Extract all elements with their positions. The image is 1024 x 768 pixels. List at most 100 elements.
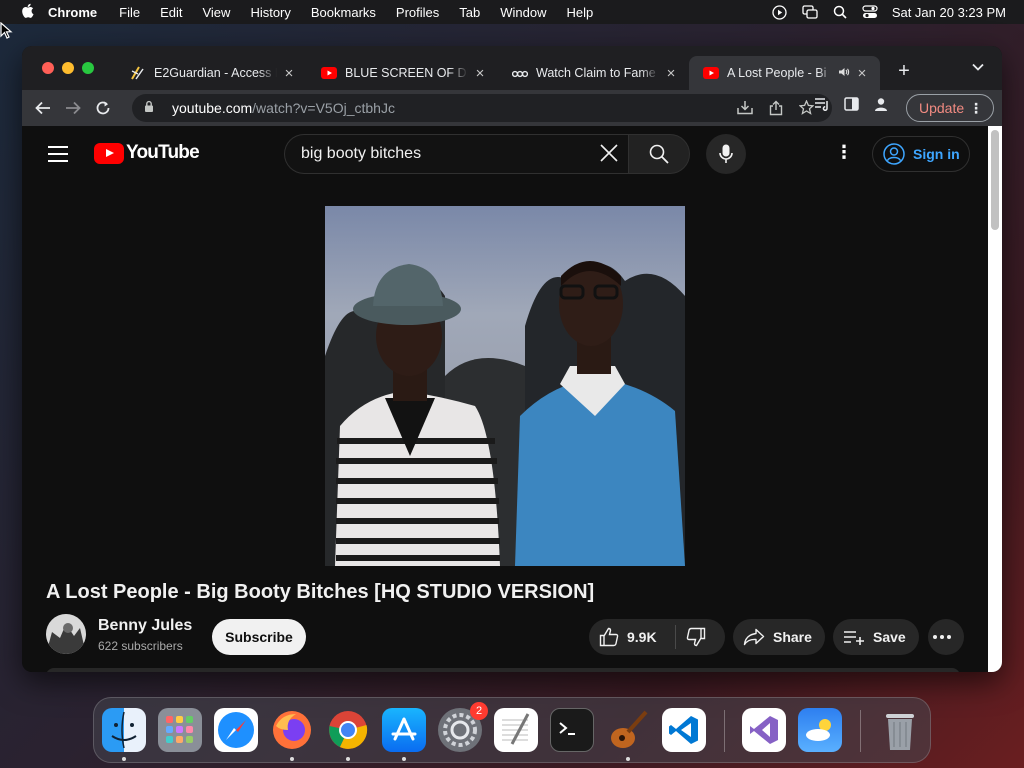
side-panel-icon[interactable] — [844, 97, 859, 114]
terminal-icon[interactable] — [550, 708, 594, 752]
tab-search-chevron-icon[interactable] — [972, 60, 984, 74]
spotlight-search-icon[interactable] — [832, 5, 848, 19]
profile-icon[interactable] — [873, 96, 889, 115]
trash-icon[interactable] — [878, 708, 922, 752]
reload-icon[interactable] — [88, 93, 118, 123]
tab-e2guardian[interactable]: E2Guardian - Access D × — [116, 56, 307, 90]
forward-arrow-icon[interactable] — [58, 93, 88, 123]
close-tab-icon[interactable]: × — [854, 65, 870, 82]
vscode-icon[interactable] — [662, 708, 706, 752]
menu-view[interactable]: View — [202, 5, 230, 20]
new-tab-plus-icon[interactable]: + — [894, 60, 914, 83]
close-tab-icon[interactable]: × — [281, 65, 297, 82]
account-circle-icon — [883, 143, 905, 165]
app-store-icon[interactable] — [382, 708, 426, 752]
tab-title: BLUE SCREEN OF DEA — [345, 66, 468, 80]
youtube-icon — [321, 65, 337, 81]
dislike-button[interactable] — [676, 627, 724, 647]
chrome-menu-icon[interactable]: ⋮ — [969, 100, 983, 117]
minimize-window-button[interactable] — [62, 62, 74, 74]
close-tab-icon[interactable]: × — [663, 65, 679, 82]
tab-a-lost-people[interactable]: A Lost People - Bi × — [689, 56, 880, 90]
running-indicator — [346, 757, 350, 761]
settings-more-icon[interactable]: ⋮ — [834, 142, 854, 163]
youtube-page: YouTube big booty bitches ⋮ Sign in A Lo… — [22, 126, 988, 672]
like-count: 9.9K — [627, 629, 657, 645]
screen-mirroring-icon[interactable] — [802, 5, 818, 19]
like-dislike-group: 9.9K — [589, 619, 725, 655]
chrome-icon[interactable] — [326, 708, 370, 752]
youtube-play-icon — [94, 142, 124, 164]
youtube-wordmark: YouTube — [126, 142, 200, 163]
bookmark-star-icon[interactable] — [798, 99, 815, 119]
update-label: Update — [919, 100, 965, 116]
share-button[interactable]: Share — [733, 619, 825, 655]
url-host: youtube.com — [172, 100, 253, 116]
address-bar[interactable]: youtube.com/watch?v=V5Oj_ctbhJc — [132, 94, 832, 122]
menu-file[interactable]: File — [119, 5, 140, 20]
sign-in-button[interactable]: Sign in — [872, 136, 970, 172]
window-controls — [42, 62, 94, 74]
firefox-icon[interactable] — [270, 708, 314, 752]
playlist-add-icon — [844, 631, 864, 645]
safari-icon[interactable] — [214, 708, 258, 752]
tab-claim-to-fame[interactable]: Watch Claim to Fame S × — [498, 56, 689, 90]
zoom-window-button[interactable] — [82, 62, 94, 74]
browser-toolbar: youtube.com/watch?v=V5Oj_ctbhJc Update ⋮ — [22, 90, 1002, 126]
close-window-button[interactable] — [42, 62, 54, 74]
hamburger-menu-icon[interactable] — [48, 146, 68, 167]
search-query-text: big booty bitches — [301, 145, 422, 162]
menu-window[interactable]: Window — [500, 5, 546, 20]
description-panel[interactable] — [46, 668, 960, 672]
apple-menu-icon[interactable] — [16, 3, 38, 21]
media-control-icon[interactable] — [814, 97, 830, 114]
microphone-icon — [719, 144, 733, 163]
subscribe-button[interactable]: Subscribe — [212, 619, 306, 655]
garageband-icon[interactable] — [606, 708, 650, 752]
menubar-clock[interactable]: Sat Jan 20 3:23 PM — [892, 5, 1006, 20]
search-input[interactable]: big booty bitches — [284, 134, 628, 174]
menu-app-chrome[interactable]: Chrome — [48, 5, 97, 20]
scrollbar-thumb[interactable] — [991, 130, 999, 230]
install-app-icon[interactable] — [737, 100, 753, 119]
more-horizontal-icon — [933, 635, 951, 639]
visual-studio-icon[interactable] — [742, 708, 786, 752]
video-thumbnail[interactable] — [325, 206, 685, 566]
page-scrollbar[interactable] — [988, 126, 1002, 672]
speaker-audio-icon[interactable] — [838, 67, 850, 80]
more-actions-button[interactable] — [928, 619, 964, 655]
channel-name[interactable]: Benny Jules — [98, 617, 192, 635]
share-icon[interactable] — [769, 100, 783, 119]
clear-search-icon[interactable] — [598, 143, 620, 165]
weather-icon[interactable] — [798, 708, 842, 752]
tab-title: Watch Claim to Fame S — [536, 66, 659, 80]
control-center-icon[interactable] — [862, 5, 878, 19]
search-button[interactable] — [628, 134, 690, 174]
tab-strip: E2Guardian - Access D × BLUE SCREEN OF D… — [22, 46, 1002, 90]
save-button[interactable]: Save — [833, 619, 919, 655]
textedit-icon[interactable] — [494, 708, 538, 752]
thumbs-down-icon — [686, 627, 706, 647]
media-play-icon[interactable] — [772, 4, 788, 20]
back-arrow-icon[interactable] — [28, 93, 58, 123]
finder-icon[interactable] — [102, 708, 146, 752]
menu-edit[interactable]: Edit — [160, 5, 182, 20]
launchpad-icon[interactable] — [158, 708, 202, 752]
e2guardian-icon — [130, 65, 146, 81]
tab-blue-screen[interactable]: BLUE SCREEN OF DEA × — [307, 56, 498, 90]
channel-avatar[interactable] — [46, 614, 86, 654]
system-preferences-icon[interactable]: 2 — [438, 702, 488, 752]
update-chrome-button[interactable]: Update ⋮ — [906, 94, 994, 122]
like-button[interactable]: 9.9K — [589, 627, 675, 647]
youtube-logo[interactable]: YouTube — [94, 142, 200, 164]
menu-profiles[interactable]: Profiles — [396, 5, 439, 20]
close-tab-icon[interactable]: × — [472, 65, 488, 82]
menu-history[interactable]: History — [250, 5, 290, 20]
voice-search-button[interactable] — [706, 134, 746, 174]
dock-separator — [860, 710, 861, 752]
menu-help[interactable]: Help — [567, 5, 594, 20]
lock-icon[interactable] — [144, 100, 158, 116]
running-indicator — [122, 757, 126, 761]
menu-tab[interactable]: Tab — [459, 5, 480, 20]
menu-bookmarks[interactable]: Bookmarks — [311, 5, 376, 20]
